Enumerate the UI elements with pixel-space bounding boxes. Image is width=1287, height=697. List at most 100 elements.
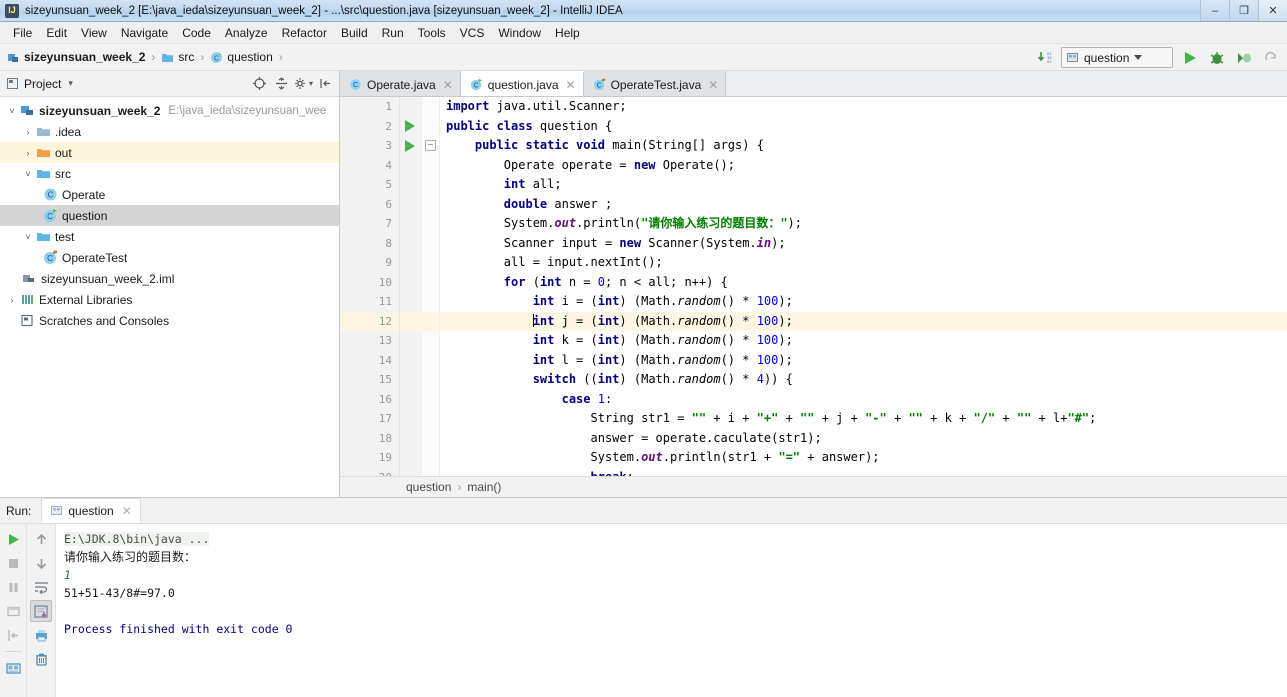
menu-refactor[interactable]: Refactor [275,24,334,42]
breadcrumb-module[interactable]: sizeyunsuan_week_2 [7,50,145,64]
tree-item-sizeyunsuan-week-2[interactable]: ˅ sizeyunsuan_week_2 E:\java_ieda\sizeyu… [0,100,339,121]
code-line[interactable]: int l = (int) (Math.random() * 100); [440,351,1287,371]
menu-analyze[interactable]: Analyze [218,24,275,42]
code-line[interactable]: String str1 = "" + i + "+" + "" + j + "-… [440,409,1287,429]
tab-operatetest-java[interactable]: C OperateTest.java ✕ [583,71,727,96]
tab-close-icon[interactable]: ✕ [708,78,718,92]
menu-navigate[interactable]: Navigate [114,24,175,42]
stop-button[interactable] [2,552,24,574]
restore-layout-button[interactable] [2,600,24,622]
code-line[interactable]: case 1: [440,390,1287,410]
tree-item-src[interactable]: ˅ src [0,163,339,184]
collapse-all-icon[interactable] [271,74,291,94]
menu-view[interactable]: View [74,24,114,42]
menu-build[interactable]: Build [334,24,375,42]
project-pane-dropdown[interactable]: ▾ [68,78,73,89]
editor-run-gutter[interactable] [400,97,422,476]
code-line[interactable]: import java.util.Scanner; [440,97,1287,117]
select-opened-file-icon[interactable] [249,74,269,94]
collapse-chevron-icon[interactable]: › [21,148,35,158]
console-output[interactable]: E:\JDK.8\bin\java ... 请你输入练习的题目数： 1 51+51-4… [56,524,1287,697]
clear-all-button[interactable] [30,648,52,670]
run-button[interactable] [1180,48,1200,68]
settings-button[interactable] [2,657,24,679]
tree-item-external-libraries[interactable]: › External Libraries [0,289,339,310]
scroll-up-button[interactable] [30,528,52,550]
scroll-to-end-button[interactable] [30,600,52,622]
code-line[interactable]: int j = (int) (Math.random() * 100); [440,311,1287,331]
editor-fold-gutter[interactable]: − [422,97,440,476]
hide-panel-icon[interactable] [315,74,335,94]
tree-item-idea[interactable]: › .idea [0,121,339,142]
close-button[interactable]: ✕ [1258,0,1287,21]
run-tab-close-icon[interactable]: ✕ [122,504,132,518]
tab-question-java[interactable]: C question.java ✕ [460,71,584,96]
project-tree[interactable]: ˅ sizeyunsuan_week_2 E:\java_ieda\sizeyu… [0,97,339,497]
tree-item-iml-file[interactable]: sizeyunsuan_week_2.iml [0,268,339,289]
print-button[interactable] [30,624,52,646]
code-line[interactable]: break; [440,468,1287,477]
breadcrumb-src[interactable]: src [161,50,194,64]
minimize-button[interactable]: – [1200,0,1229,21]
code-line[interactable]: int i = (int) (Math.random() * 100); [440,292,1287,312]
pin-tab-button[interactable] [2,624,24,646]
code-token: + i + [706,411,757,425]
menu-run[interactable]: Run [375,24,411,42]
editor-viewport[interactable]: 1234567891011121314151617181920 − import… [340,97,1287,476]
collapse-chevron-icon[interactable]: › [5,295,19,305]
collapse-chevron-icon[interactable]: › [21,127,35,137]
run-gutter-arrow[interactable] [400,136,422,156]
tree-item-test[interactable]: ˅ test [0,226,339,247]
run-tab-question[interactable]: question ✕ [41,498,141,523]
code-fold-toggle[interactable]: − [422,136,439,156]
search-everywhere-icon[interactable] [1261,48,1281,68]
code-line[interactable]: all = input.nextInt(); [440,253,1287,273]
code-line[interactable]: System.out.println(str1 + "=" + answer); [440,448,1287,468]
code-line[interactable]: switch ((int) (Math.random() * 4)) { [440,370,1287,390]
editor-code-content[interactable]: import java.util.Scanner; public class qu… [440,97,1287,476]
tab-close-icon[interactable]: ✕ [443,78,453,92]
menu-tools[interactable]: Tools [411,24,453,42]
expand-chevron-icon[interactable]: ˅ [21,169,35,179]
tree-item-operate[interactable]: C Operate [0,184,339,205]
code-line[interactable]: int k = (int) (Math.random() * 100); [440,331,1287,351]
pause-button[interactable] [2,576,24,598]
tab-close-icon[interactable]: ✕ [566,78,576,92]
run-gutter-arrow[interactable] [400,117,422,137]
code-line[interactable]: Operate operate = new Operate(); [440,156,1287,176]
code-line[interactable]: for (int n = 0; n < all; n++) { [440,273,1287,293]
breadcrumb-class[interactable]: C question [210,50,273,64]
menu-code[interactable]: Code [175,24,218,42]
tree-item-question[interactable]: C question [0,205,339,226]
menu-help[interactable]: Help [548,24,587,42]
code-line[interactable]: Scanner input = new Scanner(System.in); [440,234,1287,254]
run-configuration-selector[interactable]: question [1061,47,1173,68]
code-line[interactable]: System.out.println("请你输入练习的题目数："); [440,214,1287,234]
menu-edit[interactable]: Edit [39,24,74,42]
expand-chevron-icon[interactable]: ˅ [21,232,35,242]
run-coverage-button[interactable] [1234,48,1254,68]
code-line[interactable]: public static void main(String[] args) { [440,136,1287,156]
tree-item-out[interactable]: › out [0,142,339,163]
tab-operate-java[interactable]: C Operate.java ✕ [340,71,461,96]
tree-item-scratches-and-consoles[interactable]: Scratches and Consoles [0,310,339,331]
code-line[interactable]: public class question { [440,117,1287,137]
debug-button[interactable] [1207,48,1227,68]
menu-window[interactable]: Window [491,24,548,42]
code-line[interactable]: answer = operate.caculate(str1); [440,429,1287,449]
expand-chevron-icon[interactable]: ˅ [5,106,19,116]
menu-vcs[interactable]: VCS [453,24,492,42]
breadcrumb-class-name[interactable]: question [406,480,451,494]
rerun-button[interactable] [2,528,24,550]
maximize-button[interactable]: ❐ [1229,0,1258,21]
code-line[interactable]: double answer ; [440,195,1287,215]
code-line[interactable]: int all; [440,175,1287,195]
compile-icon[interactable]: 01 10 01 [1034,48,1054,68]
code-token: int [539,274,569,289]
breadcrumb-method-name[interactable]: main() [467,480,501,494]
settings-gear-icon[interactable]: ▾ [293,74,313,94]
scroll-down-button[interactable] [30,552,52,574]
menu-file[interactable]: File [6,24,39,42]
tree-item-operatetest[interactable]: C OperateTest [0,247,339,268]
soft-wrap-button[interactable] [30,576,52,598]
